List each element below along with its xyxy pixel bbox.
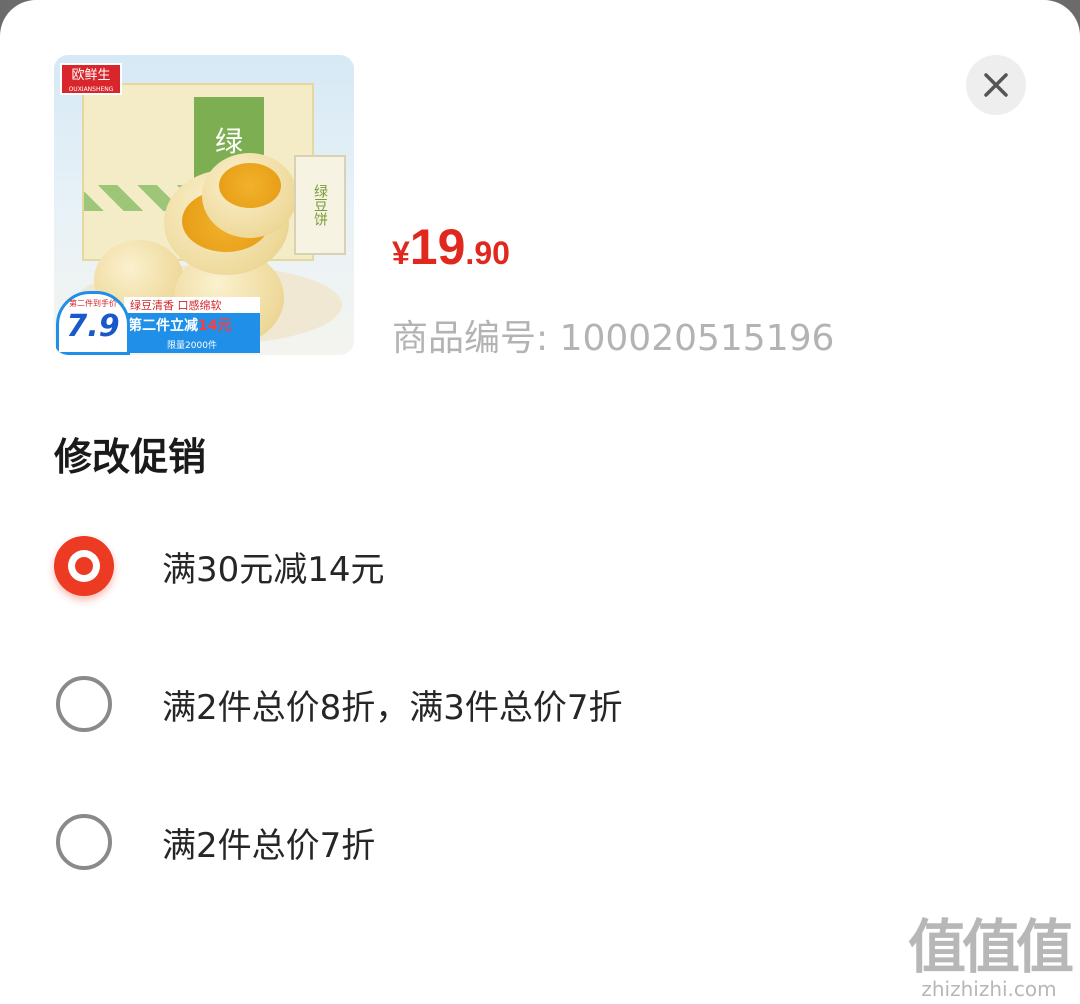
price-currency: ¥ xyxy=(392,235,410,271)
brand-logo-subtext: OUXIANSHENG xyxy=(68,86,114,93)
watermark: 值值值 zhizhizhi.com xyxy=(907,913,1074,1001)
promotion-option[interactable]: 满30元减14元 xyxy=(54,526,1014,606)
pack-graphic: 绿豆饼 xyxy=(294,155,346,255)
watermark-logo: 值值值 xyxy=(907,913,1074,981)
radio-selected-icon[interactable] xyxy=(54,536,114,596)
promo-banner-text: 第二件立减 xyxy=(128,318,198,334)
price-badge: 第二件到手价 7.9 xyxy=(56,291,130,355)
product-sku: 商品编号: 100020515196 xyxy=(392,318,835,359)
promo-banner-highlight: 14元 xyxy=(198,318,232,334)
bun-filling-graphic xyxy=(219,163,281,208)
promotion-option-label: 满30元减14元 xyxy=(162,549,385,590)
promo-banner-sub: 限量2000件 xyxy=(124,339,260,353)
brand-logo-text: 欧鲜生 xyxy=(71,68,111,83)
price-decimal: .90 xyxy=(465,235,510,271)
watermark-url: zhizhizhi.com xyxy=(921,977,1057,1001)
brand-logo: 欧鲜生 OUXIANSHENG xyxy=(60,63,122,95)
promotion-option-label: 满2件总价7折 xyxy=(162,825,376,866)
close-icon xyxy=(984,73,1008,97)
price-badge-caption: 第二件到手价 xyxy=(69,299,117,308)
promotion-option[interactable]: 满2件总价7折 xyxy=(54,802,1014,882)
section-title: 修改促销 xyxy=(54,435,207,479)
product-image: 绿 绿豆饼 欧鲜生 OUXIANSHENG 绿豆清香 口感绵软 第二件立减14元… xyxy=(54,55,354,355)
promotion-option[interactable]: 满2件总价8折，满3件总价7折 xyxy=(54,664,1014,744)
promotion-sheet: 绿 绿豆饼 欧鲜生 OUXIANSHENG 绿豆清香 口感绵软 第二件立减14元… xyxy=(0,0,1080,1004)
close-button[interactable] xyxy=(966,55,1026,115)
promo-banner: 第二件立减14元 xyxy=(124,313,260,339)
radio-unselected-icon[interactable] xyxy=(56,814,112,870)
promotion-option-label: 满2件总价8折，满3件总价7折 xyxy=(162,687,623,728)
price-integer: 19 xyxy=(409,219,466,275)
price-badge-value: 7.9 xyxy=(66,309,120,344)
product-price: ¥19.90 xyxy=(392,218,510,276)
radio-unselected-icon[interactable] xyxy=(56,676,112,732)
